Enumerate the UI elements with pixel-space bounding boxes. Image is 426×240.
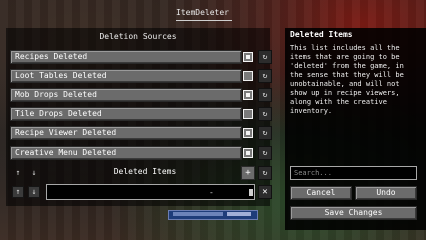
source-row: Recipes Deleted ↻ <box>10 50 272 64</box>
info-sidebar: Deleted Items This list includes all the… <box>285 28 426 230</box>
item-id-separator: - <box>209 188 214 197</box>
source-row: Tile Drops Deleted ↻ <box>10 107 272 121</box>
deleted-items-heading: Deleted Items <box>113 167 177 176</box>
source-checkbox[interactable] <box>243 90 253 100</box>
reset-icon[interactable]: ↻ <box>258 146 272 160</box>
deleted-items-bar: ↑ ↓ Deleted Items + ↻ <box>10 166 272 180</box>
source-checkbox[interactable] <box>243 71 253 81</box>
search-input[interactable]: Search... <box>290 166 417 180</box>
reset-icon[interactable]: ↻ <box>258 69 272 83</box>
save-changes-button[interactable]: Save Changes <box>290 206 417 220</box>
entry-move-up-icon[interactable]: ↑ <box>12 186 24 198</box>
source-label[interactable]: Recipe Viewer Deleted <box>10 126 242 140</box>
move-up-icon[interactable]: ↑ <box>12 166 24 180</box>
reset-icon[interactable]: ↻ <box>258 126 272 140</box>
window-title: ItemDeleter <box>176 8 229 17</box>
remove-entry-button[interactable]: ✕ <box>258 185 272 199</box>
notification-toast <box>168 210 258 220</box>
source-checkbox[interactable] <box>243 148 253 158</box>
deletion-panel: Deletion Sources Recipes Deleted ↻ Loot … <box>6 28 272 206</box>
toast-text-blur <box>173 212 223 216</box>
deletion-sources-heading: Deletion Sources <box>99 32 177 41</box>
add-item-button[interactable]: + <box>241 166 255 180</box>
source-checkbox[interactable] <box>243 52 253 62</box>
source-label[interactable]: Creative Menu Deleted <box>10 146 242 160</box>
item-id-input[interactable]: - <box>46 184 255 200</box>
toast-action-blur <box>227 212 251 216</box>
source-row: Mob Drops Deleted ↻ <box>10 88 272 102</box>
source-checkbox[interactable] <box>243 128 253 138</box>
source-label[interactable]: Recipes Deleted <box>10 50 242 64</box>
source-label[interactable]: Loot Tables Deleted <box>10 69 242 83</box>
cancel-button[interactable]: Cancel <box>290 186 352 200</box>
source-row: Loot Tables Deleted ↻ <box>10 69 272 83</box>
title-bar: ItemDeleter <box>0 0 426 26</box>
sidebar-title: Deleted Items <box>290 30 353 39</box>
reset-icon[interactable]: ↻ <box>258 166 272 180</box>
reset-icon[interactable]: ↻ <box>258 88 272 102</box>
source-row: Recipe Viewer Deleted ↻ <box>10 126 272 140</box>
source-checkbox[interactable] <box>243 109 253 119</box>
title-underline <box>176 20 232 21</box>
entry-move-down-icon[interactable]: ↓ <box>28 186 40 198</box>
source-label[interactable]: Tile Drops Deleted <box>10 107 242 121</box>
reset-icon[interactable]: ↻ <box>258 107 272 121</box>
source-row: Creative Menu Deleted ↻ <box>10 146 272 160</box>
scroll-thumb[interactable] <box>249 189 253 196</box>
sidebar-description: This list includes all the items that ar… <box>290 44 404 115</box>
reset-icon[interactable]: ↻ <box>258 50 272 64</box>
undo-button[interactable]: Undo <box>355 186 417 200</box>
move-down-icon[interactable]: ↓ <box>28 166 40 180</box>
deleted-item-entry: ↑ ↓ - ✕ <box>10 184 272 200</box>
source-label[interactable]: Mob Drops Deleted <box>10 88 242 102</box>
